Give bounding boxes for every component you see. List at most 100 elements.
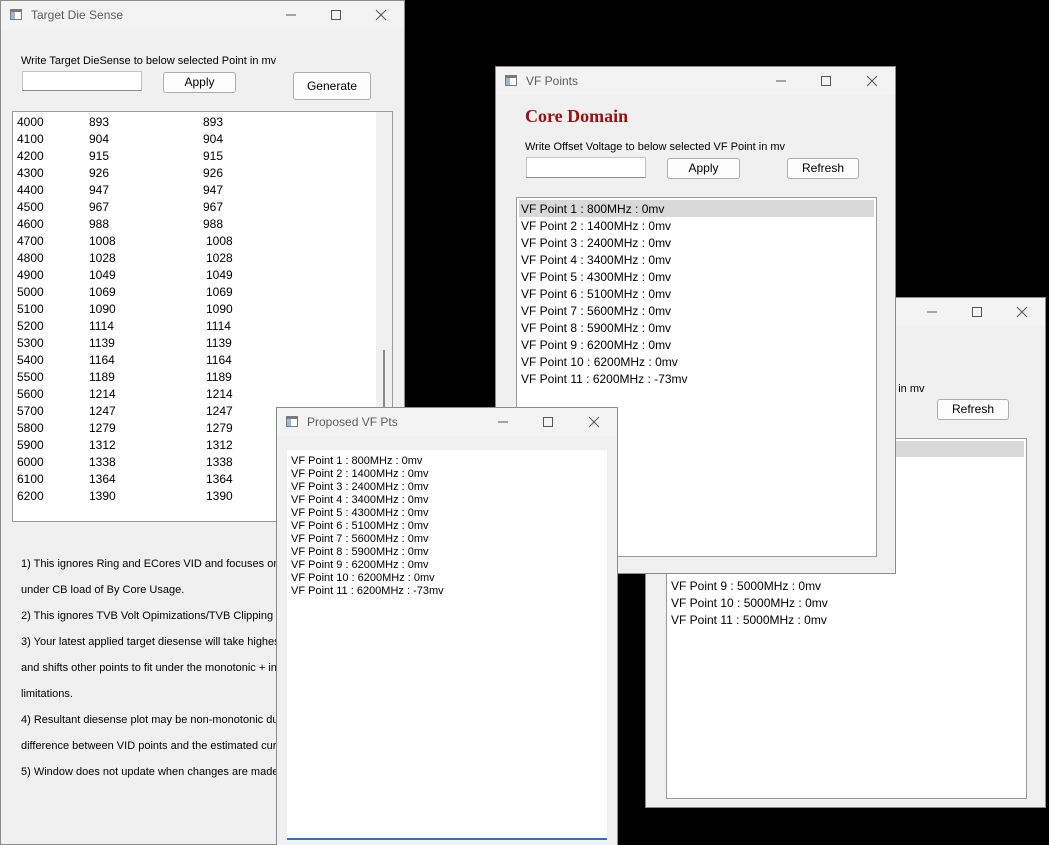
table-row[interactable]: 5200 1114 1114 xyxy=(13,317,392,334)
list-item-label: VF Point 4 : 3400MHz : 0mv xyxy=(521,253,672,267)
notes-line: under CB load of By Core Usage. xyxy=(21,584,185,596)
maximize-icon[interactable] xyxy=(525,408,571,436)
notes-line: and shifts other points to fit under the… xyxy=(21,662,277,674)
proposed-line: VF Point 5 : 4300MHz : 0mv xyxy=(291,507,429,519)
list-item[interactable]: VF Point 8 : 5900MHz : 0mv xyxy=(519,319,874,336)
window-title: Target Die Sense xyxy=(31,8,124,22)
minimize-icon[interactable] xyxy=(268,1,314,29)
maximize-icon[interactable] xyxy=(803,67,849,95)
notes-line: difference between VID points and the es… xyxy=(21,740,282,752)
apply-button[interactable]: Apply xyxy=(667,158,740,179)
list-item[interactable]: VF Point 9 : 6200MHz : 0mv xyxy=(519,336,874,353)
table-row[interactable]: 4000 893 893 xyxy=(13,113,392,130)
table-row[interactable]: 5300 1139 1139 xyxy=(13,334,392,351)
table-row[interactable]: 5600 1214 1214 xyxy=(13,385,392,402)
proposed-line: VF Point 1 : 800MHz : 0mv xyxy=(291,455,423,467)
generate-button[interactable]: Generate xyxy=(293,72,371,100)
list-item[interactable]: VF Point 3 : 2400MHz : 0mv xyxy=(519,234,874,251)
window-title: Proposed VF Pts xyxy=(307,415,398,429)
target-diesense-input[interactable] xyxy=(22,71,142,91)
list-item[interactable]: VF Point 10 : 6200MHz : 0mv xyxy=(519,353,874,370)
table-row[interactable]: 5000 1069 1069 xyxy=(13,283,392,300)
list-item[interactable]: VF Point 7 : 5600MHz : 0mv xyxy=(519,302,874,319)
table-row[interactable]: 4100 904 904 xyxy=(13,130,392,147)
list-item-label: VF Point 8 : 5900MHz : 0mv xyxy=(521,321,672,335)
title-bar[interactable]: Target Die Sense xyxy=(1,1,404,29)
list-item[interactable]: VF Point 9 : 5000MHz : 0mv xyxy=(669,577,1024,594)
instruction-label: Write Offset Voltage to below selected V… xyxy=(525,141,786,153)
list-item[interactable]: VF Point 6 : 5100MHz : 0mv xyxy=(519,285,874,302)
table-cell: 893 xyxy=(203,115,224,129)
table-cell: 1164 xyxy=(89,353,115,367)
table-row[interactable]: 4800 1028 1028 xyxy=(13,249,392,266)
list-item-label: VF Point 1 : 800MHz : 0mv xyxy=(521,202,665,216)
table-cell: 1069 xyxy=(89,285,116,299)
refresh-button[interactable]: Refresh xyxy=(937,399,1009,420)
table-row[interactable]: 5100 1090 1090 xyxy=(13,300,392,317)
table-row[interactable]: 4900 1049 1049 xyxy=(13,266,392,283)
list-item-label: VF Point 11 : 6200MHz : -73mv xyxy=(521,372,688,386)
table-cell: 4500 xyxy=(17,200,44,214)
list-item[interactable]: VF Point 4 : 3400MHz : 0mv xyxy=(519,251,874,268)
title-bar[interactable]: Proposed VF Pts xyxy=(277,408,617,436)
table-cell: 5300 xyxy=(17,336,44,350)
list-item[interactable]: VF Point 5 : 4300MHz : 0mv xyxy=(519,268,874,285)
proposed-line: VF Point 11 : 6200MHz : -73mv xyxy=(291,585,444,597)
table-cell: 1247 xyxy=(89,404,116,418)
instruction-label: Write Target DieSense to below selected … xyxy=(21,55,277,67)
maximize-icon[interactable] xyxy=(313,1,359,29)
table-cell: 5700 xyxy=(17,404,44,418)
table-row[interactable]: 4300 926 926 xyxy=(13,164,392,181)
refresh-button[interactable]: Refresh xyxy=(787,158,859,179)
title-bar[interactable]: VF Points xyxy=(496,67,895,95)
table-cell: 1338 xyxy=(89,455,116,469)
table-cell: 915 xyxy=(89,149,110,163)
offset-voltage-input[interactable] xyxy=(526,157,646,178)
close-icon[interactable] xyxy=(358,1,404,29)
notes-line: 3) Your latest applied target diesense w… xyxy=(21,636,280,648)
list-item-label: VF Point 5 : 4300MHz : 0mv xyxy=(521,270,672,284)
table-cell: 6200 xyxy=(17,489,44,503)
table-cell: 904 xyxy=(203,132,224,146)
list-item-label: VF Point 10 : 6200MHz : 0mv xyxy=(521,355,678,369)
table-cell: 6100 xyxy=(17,472,44,486)
notes-line: limitations. xyxy=(21,688,73,700)
table-cell: 4200 xyxy=(17,149,44,163)
list-item[interactable]: VF Point 10 : 5000MHz : 0mv xyxy=(669,594,1024,611)
maximize-icon[interactable] xyxy=(954,298,1000,326)
list-item[interactable]: VF Point 11 : 5000MHz : 0mv xyxy=(669,611,1024,628)
list-item[interactable]: VF Point 2 : 1400MHz : 0mv xyxy=(519,217,874,234)
minimize-icon[interactable] xyxy=(480,408,526,436)
apply-button[interactable]: Apply xyxy=(163,72,236,93)
app-icon xyxy=(505,75,517,86)
list-item[interactable]: VF Point 11 : 6200MHz : -73mv xyxy=(519,370,874,387)
table-row[interactable]: 4200 915 915 xyxy=(13,147,392,164)
table-cell: 1279 xyxy=(206,421,233,435)
table-cell: 1114 xyxy=(206,319,231,333)
table-cell: 1279 xyxy=(89,421,116,435)
table-cell: 5900 xyxy=(17,438,44,452)
table-row[interactable]: 5400 1164 1164 xyxy=(13,351,392,368)
table-cell: 1008 xyxy=(89,234,116,248)
table-cell: 967 xyxy=(203,200,224,214)
minimize-icon[interactable] xyxy=(909,298,955,326)
notes-line: 2) This ignores TVB Volt Opimizations/TV… xyxy=(21,610,291,622)
app-icon xyxy=(10,9,22,20)
table-cell: 5000 xyxy=(17,285,44,299)
minimize-icon[interactable] xyxy=(758,67,804,95)
table-row[interactable]: 4700 1008 1008 xyxy=(13,232,392,249)
table-cell: 1338 xyxy=(206,455,233,469)
proposed-text-area[interactable]: VF Point 1 : 800MHz : 0mv VF Point 2 : 14… xyxy=(287,450,607,840)
table-row[interactable]: 5500 1189 1189 xyxy=(13,368,392,385)
table-row[interactable]: 4500 967 967 xyxy=(13,198,392,215)
table-cell: 893 xyxy=(89,115,110,129)
domain-heading: Core Domain xyxy=(525,106,629,126)
table-row[interactable]: 4600 988 988 xyxy=(13,215,392,232)
table-cell: 4800 xyxy=(17,251,44,265)
close-icon[interactable] xyxy=(571,408,617,436)
close-icon[interactable] xyxy=(999,298,1045,326)
table-cell: 4300 xyxy=(17,166,44,180)
list-item[interactable]: VF Point 1 : 800MHz : 0mv xyxy=(519,200,874,217)
close-icon[interactable] xyxy=(849,67,895,95)
table-row[interactable]: 4400 947 947 xyxy=(13,181,392,198)
